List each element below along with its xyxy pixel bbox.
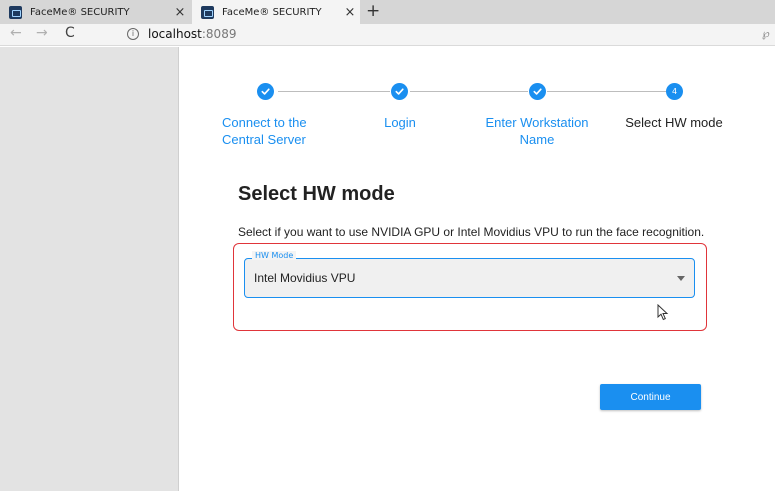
- url-field[interactable]: localhost:8089: [148, 27, 236, 41]
- step-connector: [547, 91, 666, 92]
- step-label-line: Connect to the: [222, 115, 307, 130]
- address-bar: ← → C i localhost:8089 ℘: [0, 24, 775, 46]
- favicon-icon: [201, 5, 214, 19]
- url-host: localhost: [148, 27, 202, 41]
- step-number: 4: [671, 87, 678, 96]
- forward-arrow-icon[interactable]: →: [36, 25, 48, 41]
- info-icon[interactable]: i: [127, 28, 139, 40]
- step-2-check-icon: [391, 83, 408, 100]
- favicon-icon: [9, 5, 22, 19]
- mouse-cursor-icon: [657, 304, 669, 321]
- step-label-workstation: Enter Workstation Name: [475, 114, 599, 148]
- step-label-line: Central Server: [222, 132, 306, 147]
- step-label-line: Login: [384, 115, 416, 130]
- step-label-hw-mode: Select HW mode: [616, 114, 732, 131]
- dropdown-caret-icon[interactable]: [677, 276, 685, 281]
- step-label-login: Login: [360, 114, 440, 131]
- browser-tab-bar: FaceMe® SECURITY × FaceMe® SECURITY × +: [0, 0, 775, 24]
- reload-icon[interactable]: C: [65, 25, 75, 41]
- tab-close-icon[interactable]: ×: [340, 5, 360, 20]
- url-port: :8089: [201, 27, 237, 41]
- continue-button[interactable]: Continue: [600, 384, 701, 410]
- back-arrow-icon[interactable]: ←: [10, 25, 22, 41]
- extension-icon[interactable]: ℘: [762, 27, 770, 40]
- hw-mode-selected-value: Intel Movidius VPU: [254, 271, 356, 285]
- step-connector: [410, 91, 528, 92]
- tab-title: FaceMe® SECURITY: [222, 6, 322, 18]
- hw-mode-legend: HW Mode: [252, 251, 297, 260]
- step-1-check-icon: [257, 83, 274, 100]
- step-connector: [278, 91, 390, 92]
- tab-title: FaceMe® SECURITY: [30, 6, 130, 18]
- step-label-line: Select HW mode: [625, 115, 723, 130]
- new-tab-button[interactable]: +: [366, 1, 380, 21]
- step-label-line: Enter Workstation: [485, 115, 589, 130]
- step-3-check-icon: [529, 83, 546, 100]
- browser-tab-1[interactable]: FaceMe® SECURITY ×: [0, 0, 190, 24]
- page-title: Select HW mode: [238, 183, 395, 205]
- sidebar: [0, 47, 179, 491]
- browser-tab-2[interactable]: FaceMe® SECURITY ×: [192, 0, 360, 24]
- tab-close-icon[interactable]: ×: [170, 5, 190, 20]
- step-label-line: Name: [519, 132, 555, 147]
- step-4-number: 4: [666, 83, 683, 100]
- step-label-connect: Connect to the Central Server: [206, 114, 326, 148]
- page-description: Select if you want to use NVIDIA GPU or …: [238, 225, 705, 239]
